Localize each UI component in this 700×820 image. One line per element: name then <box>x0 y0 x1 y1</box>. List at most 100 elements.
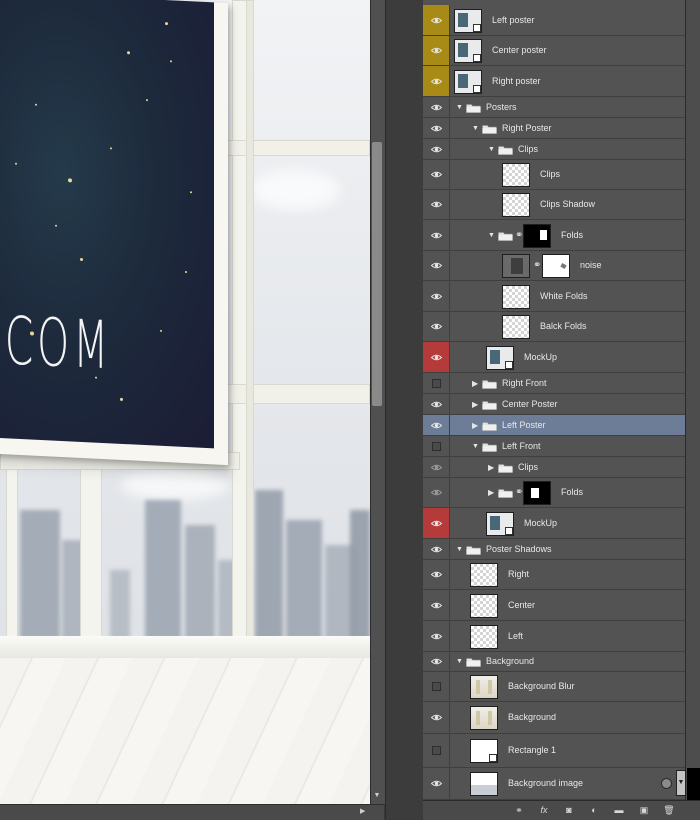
layer-name[interactable]: Left <box>508 631 523 641</box>
layer-thumbnail[interactable] <box>470 593 498 618</box>
layer-thumbnail[interactable] <box>470 624 498 649</box>
expand-arrow-icon[interactable]: ▶ <box>472 421 480 430</box>
visibility-toggle[interactable] <box>423 220 450 250</box>
layer-name[interactable]: Center Poster <box>502 399 558 409</box>
layer-name[interactable]: Folds <box>561 487 583 497</box>
link-icon[interactable]: ⚭ <box>515 230 523 242</box>
layer-name[interactable]: MockUp <box>524 518 557 528</box>
visibility-toggle[interactable] <box>423 415 450 435</box>
layer-row[interactable]: Background Blur <box>423 672 685 702</box>
layer-name[interactable]: Folds <box>561 230 583 240</box>
expand-arrow-icon[interactable]: ▶ <box>472 400 480 409</box>
expand-arrow-icon[interactable]: ▶ <box>488 463 496 472</box>
layer-mask-thumbnail[interactable] <box>542 254 570 278</box>
collapse-arrow-icon[interactable]: ▼ <box>488 232 496 240</box>
visibility-toggle[interactable] <box>423 457 450 477</box>
layer-name[interactable]: Right Front <box>502 378 547 388</box>
visibility-toggle[interactable] <box>423 590 450 620</box>
expand-arrow-icon[interactable]: ▶ <box>472 379 480 388</box>
layer-name[interactable]: Center poster <box>492 45 547 55</box>
visibility-toggle[interactable] <box>423 312 450 341</box>
layer-name[interactable]: Left poster <box>492 15 535 25</box>
link-icon[interactable]: ⚭ <box>512 804 526 816</box>
visibility-toggle[interactable] <box>423 478 450 507</box>
layers-panel[interactable]: Left poster Center poster Right poster ▼ Pos… <box>423 0 685 800</box>
layer-name[interactable]: Rectangle 1 <box>508 745 556 755</box>
layer-row[interactable]: MockUp <box>423 508 685 539</box>
layer-row[interactable]: Left <box>423 621 685 652</box>
layer-row[interactable]: Right <box>423 560 685 590</box>
add-mask-icon[interactable]: ◙ <box>562 804 576 816</box>
layer-row[interactable]: MockUp <box>423 342 685 373</box>
layer-name[interactable]: Center <box>508 600 535 610</box>
layer-name[interactable]: Background <box>486 656 534 666</box>
layer-row[interactable]: ▼ Left Front <box>423 436 685 457</box>
document-canvas[interactable]: .COM <box>0 0 370 804</box>
adjustment-icon[interactable]: ◐ <box>587 804 601 816</box>
visibility-toggle[interactable] <box>423 342 450 372</box>
visibility-toggle[interactable] <box>423 36 450 65</box>
visibility-toggle[interactable] <box>423 436 450 456</box>
layer-name[interactable]: Clips <box>518 462 538 472</box>
visibility-toggle[interactable] <box>423 160 450 189</box>
layer-row[interactable]: ▼ Clips <box>423 139 685 160</box>
layer-row[interactable]: Center poster <box>423 36 685 66</box>
visibility-toggle[interactable] <box>423 118 450 138</box>
collapse-arrow-icon[interactable]: ▼ <box>472 125 480 133</box>
visibility-toggle[interactable] <box>423 394 450 414</box>
collapse-arrow-icon[interactable]: ▼ <box>472 443 480 451</box>
layer-name[interactable]: Background Blur <box>508 681 575 691</box>
layer-row[interactable]: ▶ Right Front <box>423 373 685 394</box>
layer-row[interactable]: ▼ Right Poster <box>423 118 685 139</box>
layer-thumbnail[interactable] <box>470 563 498 587</box>
visibility-toggle[interactable] <box>423 652 450 671</box>
layer-thumbnail[interactable] <box>502 254 530 278</box>
collapse-arrow-icon[interactable]: ▼ <box>456 546 464 554</box>
layer-mask-thumbnail[interactable] <box>523 481 551 505</box>
collapse-arrow-icon[interactable]: ▼ <box>488 146 496 154</box>
layer-row[interactable]: ▼ Posters <box>423 97 685 118</box>
visibility-toggle[interactable] <box>423 97 450 117</box>
layer-thumbnail[interactable] <box>470 772 498 796</box>
layer-row[interactable]: ▶ ⚭ Folds <box>423 478 685 508</box>
layer-name[interactable]: Poster Shadows <box>486 544 552 554</box>
new-group-icon[interactable]: ▬ <box>612 804 626 816</box>
collapse-arrow-icon[interactable]: ▼ <box>456 658 464 666</box>
layer-name[interactable]: Clips <box>540 169 560 179</box>
visibility-toggle[interactable] <box>423 251 450 280</box>
visibility-toggle[interactable] <box>423 5 450 35</box>
layer-thumbnail[interactable] <box>470 739 498 763</box>
layer-thumbnail[interactable] <box>502 284 530 309</box>
link-icon[interactable]: ⚭ <box>515 487 523 499</box>
layer-name[interactable]: noise <box>580 260 602 270</box>
layer-name[interactable]: Right Poster <box>502 123 552 133</box>
layer-effects-icon[interactable] <box>661 778 672 789</box>
layer-thumbnail[interactable] <box>454 39 482 63</box>
layer-row[interactable]: Center <box>423 590 685 621</box>
layer-thumbnail[interactable] <box>502 193 530 217</box>
layer-row[interactable]: White Folds <box>423 281 685 312</box>
layer-row[interactable]: Background <box>423 702 685 734</box>
visibility-toggle[interactable] <box>423 281 450 311</box>
visibility-toggle[interactable] <box>423 672 450 701</box>
layer-thumbnail[interactable] <box>454 69 482 94</box>
scroll-down-arrow-icon[interactable]: ▼ <box>676 779 686 786</box>
layer-row[interactable]: Rectangle 1 <box>423 734 685 768</box>
scroll-down-arrow-icon[interactable]: ▼ <box>370 790 384 802</box>
layer-name[interactable]: Right <box>508 569 529 579</box>
layer-name[interactable]: Left Poster <box>502 420 546 430</box>
layer-row[interactable]: Right poster <box>423 66 685 97</box>
visibility-toggle[interactable] <box>423 66 450 96</box>
layer-row[interactable]: Clips Shadow <box>423 190 685 220</box>
layer-row[interactable]: ▶ Center Poster <box>423 394 685 415</box>
layer-name[interactable]: Right poster <box>492 76 541 86</box>
link-icon[interactable]: ⚭ <box>533 260 541 272</box>
layer-name[interactable]: Background <box>508 712 556 722</box>
layer-thumbnail[interactable] <box>502 315 530 339</box>
layer-name[interactable]: Balck Folds <box>540 321 587 331</box>
layer-thumbnail[interactable] <box>470 675 498 699</box>
visibility-toggle[interactable] <box>423 560 450 589</box>
collapse-arrow-icon[interactable]: ▼ <box>456 104 464 112</box>
layer-thumbnail[interactable] <box>454 8 482 33</box>
visibility-toggle[interactable] <box>423 702 450 733</box>
